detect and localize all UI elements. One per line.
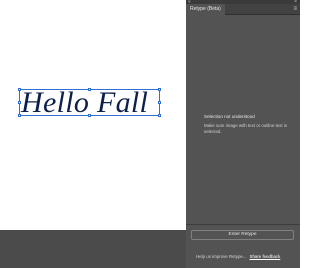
artboard-canvas[interactable]: Hello Fall: [0, 0, 186, 230]
status-message: Selection not understood Make sure image…: [204, 114, 292, 134]
retype-panel: « × Retype (Beta) ≡ Selection not unders…: [186, 0, 300, 268]
panel-footer: Help us improve Retype... Share feedback: [196, 253, 296, 261]
status-message-title: Selection not understood: [204, 114, 255, 119]
share-feedback-link[interactable]: Share feedback: [250, 254, 281, 259]
status-message-body: Make sure image with text or outline tex…: [204, 123, 287, 134]
tab-retype[interactable]: Retype (Beta): [186, 4, 225, 15]
footer-text: Help us improve Retype...: [196, 254, 247, 259]
divider: [186, 224, 300, 225]
panel-menu-icon[interactable]: ≡: [293, 6, 297, 13]
panel-tab-bar: Retype (Beta) ≡: [186, 4, 300, 15]
canvas-text[interactable]: Hello Fall: [21, 86, 171, 120]
enter-retype-button[interactable]: Enter Retype: [191, 230, 294, 240]
